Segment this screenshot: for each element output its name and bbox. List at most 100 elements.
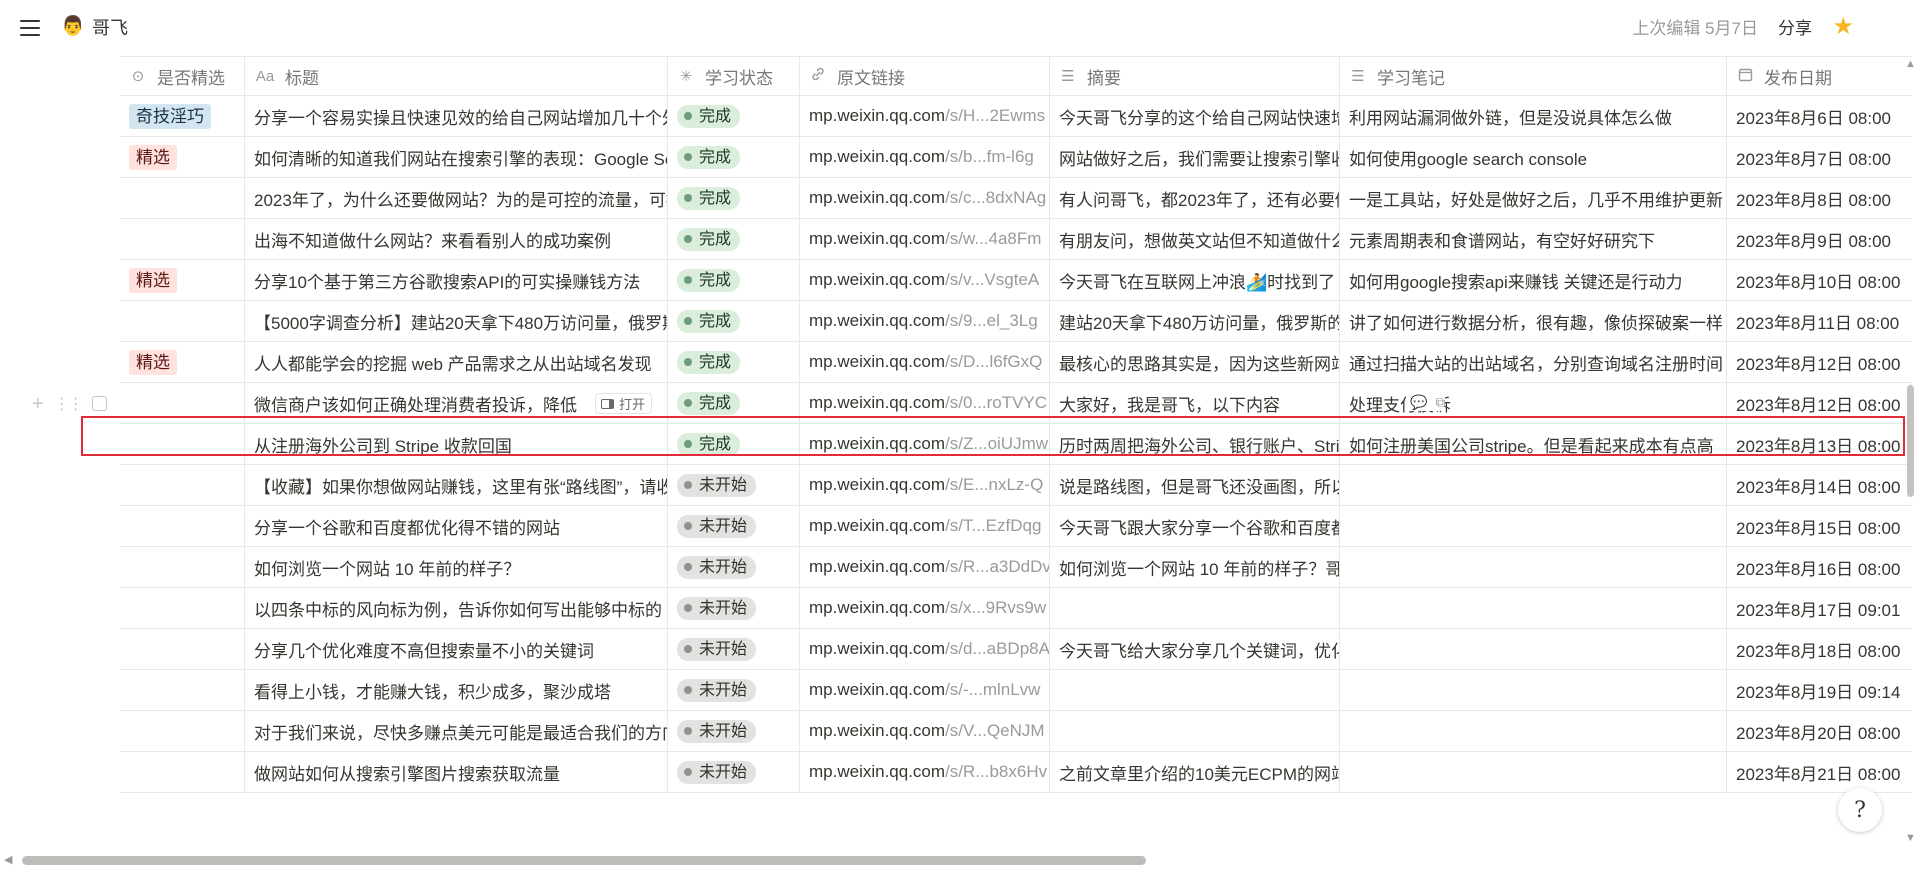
status-cell[interactable]: 完成	[668, 178, 800, 218]
row-title[interactable]: 分享一个谷歌和百度都优化得不错的网站	[254, 514, 560, 539]
menu-icon[interactable]	[18, 16, 42, 40]
link-cell[interactable]: mp.weixin.qq.com/s/R...b8x6Hv	[800, 752, 1050, 792]
table-row[interactable]: 分享几个优化难度不高但搜索量不小的关键词 未开始 mp.weixin.qq.com /…	[120, 629, 1912, 670]
horizontal-scrollbar-thumb[interactable]	[22, 856, 1146, 865]
status-badge[interactable]: 未开始	[677, 678, 757, 702]
title-cell[interactable]: 2023年了，为什么还要做网站？为的是可控的流量，可控的收入	[245, 178, 668, 218]
table-row[interactable]: 精选 分享10个基于第三方谷歌搜索API的可实操赚钱方法 完成 mp.weixin.q…	[120, 260, 1912, 301]
status-badge[interactable]: 完成	[677, 268, 741, 292]
status-badge[interactable]: 未开始	[677, 555, 757, 579]
featured-cell[interactable]	[120, 547, 245, 587]
notes-cell[interactable]: 如何使用google search console	[1340, 137, 1727, 177]
scroll-down-arrow-icon[interactable]: ▼	[1905, 832, 1916, 844]
link-domain[interactable]: mp.weixin.qq.com	[809, 639, 945, 659]
date-cell[interactable]: 2023年8月12日 08:00	[1727, 383, 1912, 423]
date-cell[interactable]: 2023年8月20日 08:00	[1727, 711, 1912, 751]
status-cell[interactable]: 完成	[668, 96, 800, 136]
featured-cell[interactable]	[120, 588, 245, 628]
page-title[interactable]: 哥飞	[92, 16, 128, 40]
link-domain[interactable]: mp.weixin.qq.com	[809, 557, 945, 577]
date-cell[interactable]: 2023年8月21日 08:00	[1727, 752, 1912, 792]
link-domain[interactable]: mp.weixin.qq.com	[809, 188, 945, 208]
table-row[interactable]: 如何浏览一个网站 10 年前的样子？ 未开始 mp.weixin.qq.com/s/…	[120, 547, 1912, 588]
table-row[interactable]: 精选 人人都能学会的挖掘 web 产品需求之从出站域名发现 完成 mp.weixin.…	[120, 342, 1912, 383]
featured-cell[interactable]	[120, 752, 245, 792]
open-page-button[interactable]: 打开	[595, 393, 653, 414]
link-domain[interactable]: mp.weixin.qq.com	[809, 106, 945, 126]
link-domain[interactable]: mp.weixin.qq.com	[809, 270, 945, 290]
row-title[interactable]: 出海不知道做什么网站？来看看别人的成功案例	[254, 227, 611, 252]
notes-cell[interactable]: 讲了如何进行数据分析，很有趣，像侦探破案一样	[1340, 301, 1727, 341]
table-row[interactable]: 做网站如何从搜索引擎图片搜索获取流量 未开始 mp.weixin.qq.com/s/…	[120, 752, 1912, 793]
link-path[interactable]: /s/x...9Rvs9w	[945, 598, 1046, 618]
link-path[interactable]: /s/c...8dxNAg	[945, 188, 1046, 208]
link-domain[interactable]: mp.weixin.qq.com	[809, 229, 945, 249]
date-cell[interactable]: 2023年8月9日 08:00	[1727, 219, 1912, 259]
status-cell[interactable]: 未开始	[668, 752, 800, 792]
featured-cell[interactable]: 精选	[120, 137, 245, 177]
link-cell[interactable]: mp.weixin.qq.com/s/b...fm-l6g	[800, 137, 1050, 177]
comment-icon[interactable]: 💬	[1410, 394, 1427, 411]
date-cell[interactable]: 2023年8月10日 08:00	[1727, 260, 1912, 300]
link-cell[interactable]: mp.weixin.qq.com/s/d...aBDp8A	[800, 629, 1050, 669]
row-select-checkbox[interactable]	[91, 396, 107, 411]
date-cell[interactable]: 2023年8月11日 08:00	[1727, 301, 1912, 341]
link-path[interactable]: /s/9...el_3Lg	[945, 311, 1038, 331]
link-path[interactable]: /s/b...fm-l6g	[945, 147, 1034, 167]
notes-cell[interactable]: 元素周期表和食谱网站，有空好好研究下	[1340, 219, 1727, 259]
link-cell[interactable]: mp.weixin.qq.com/s/c...8dxNAg	[800, 178, 1050, 218]
featured-cell[interactable]: 奇技淫巧	[120, 96, 245, 136]
status-badge[interactable]: 完成	[677, 350, 741, 374]
table-row[interactable]: 分享一个谷歌和百度都优化得不错的网站 未开始 mp.weixin.qq.com/s/…	[120, 506, 1912, 547]
page-icon[interactable]: 👨	[61, 15, 85, 39]
featured-cell[interactable]	[120, 670, 245, 710]
title-cell[interactable]: 分享几个优化难度不高但搜索量不小的关键词	[245, 629, 668, 669]
status-badge[interactable]: 完成	[677, 186, 741, 210]
title-cell[interactable]: 出海不知道做什么网站？来看看别人的成功案例	[245, 219, 668, 259]
column-header-date[interactable]: 发布日期	[1727, 57, 1912, 95]
status-cell[interactable]: 完成	[668, 383, 800, 423]
abstract-cell[interactable]: 之前文章里介绍的10美元ECPM的网站	[1050, 752, 1340, 792]
link-cell[interactable]: mp.weixin.qq.com/s/D...l6fGxQ	[800, 342, 1050, 382]
status-cell[interactable]: 完成	[668, 260, 800, 300]
column-header-abstract[interactable]: ☰ 摘要	[1050, 57, 1340, 95]
notes-cell[interactable]	[1340, 547, 1727, 587]
row-title[interactable]: 【5000字调查分析】建站20天拿下480万访问量，俄罗斯	[254, 309, 667, 334]
link-cell[interactable]: mp.weixin.qq.com/s/v...VsgteA	[800, 260, 1050, 300]
link-domain[interactable]: mp.weixin.qq.com	[809, 721, 945, 741]
date-cell[interactable]: 2023年8月14日 08:00	[1727, 465, 1912, 505]
status-cell[interactable]: 未开始	[668, 629, 800, 669]
abstract-cell[interactable]: 建站20天拿下480万访问量，俄罗斯的	[1050, 301, 1340, 341]
row-title[interactable]: 做网站如何从搜索引擎图片搜索获取流量	[254, 760, 560, 785]
link-path[interactable]: /s/Z...oiUJmw	[945, 434, 1048, 454]
link-cell[interactable]: mp.weixin.qq.com/s/R...a3DdDv	[800, 547, 1050, 587]
column-header-title[interactable]: Aa 标题	[245, 57, 668, 95]
title-cell[interactable]: 如何浏览一个网站 10 年前的样子？	[245, 547, 668, 587]
notes-cell[interactable]: 如何用google搜索api来赚钱 关键还是行动力	[1340, 260, 1727, 300]
row-title[interactable]: 分享几个优化难度不高但搜索量不小的关键词	[254, 637, 594, 662]
title-cell[interactable]: 如何清晰的知道我们网站在搜索引擎的表现：Google Search Consol…	[245, 137, 668, 177]
table-row[interactable]: 看得上小钱，才能赚大钱，积少成多，聚沙成塔 未开始 mp.weixin.qq.com…	[120, 670, 1912, 711]
notes-cell[interactable]: 处理支付投诉	[1340, 383, 1727, 423]
notes-cell[interactable]: 一是工具站，好处是做好之后，几乎不用维护更新	[1340, 178, 1727, 218]
table-row[interactable]: 【5000字调查分析】建站20天拿下480万访问量，俄罗斯 完成 mp.weixin…	[120, 301, 1912, 342]
date-cell[interactable]: 2023年8月7日 08:00	[1727, 137, 1912, 177]
notes-cell[interactable]: 如何注册美国公司stripe。但是看起来成本有点高	[1340, 424, 1727, 464]
link-cell[interactable]: mp.weixin.qq.com/s/w...4a8Fm	[800, 219, 1050, 259]
featured-cell[interactable]: 精选	[120, 342, 245, 382]
column-header-notes[interactable]: ☰ 学习笔记	[1340, 57, 1727, 95]
link-domain[interactable]: mp.weixin.qq.com	[809, 680, 945, 700]
link-domain[interactable]: mp.weixin.qq.com	[809, 147, 945, 167]
column-header-link[interactable]: 原文链接	[800, 57, 1050, 95]
date-cell[interactable]: 2023年8月8日 08:00	[1727, 178, 1912, 218]
featured-cell[interactable]	[120, 178, 245, 218]
status-badge[interactable]: 完成	[677, 227, 741, 251]
title-cell[interactable]: 看得上小钱，才能赚大钱，积少成多，聚沙成塔	[245, 670, 668, 710]
notes-cell[interactable]: 利用网站漏洞做外链，但是没说具体怎么做	[1340, 96, 1727, 136]
status-badge[interactable]: 完成	[677, 432, 741, 456]
date-cell[interactable]: 2023年8月18日 08:00	[1727, 629, 1912, 669]
status-cell[interactable]: 完成	[668, 342, 800, 382]
status-cell[interactable]: 未开始	[668, 506, 800, 546]
row-title[interactable]: 2023年了，为什么还要做网站？为的是可控的流量，可控的收入	[254, 186, 667, 211]
status-badge[interactable]: 未开始	[677, 637, 757, 661]
